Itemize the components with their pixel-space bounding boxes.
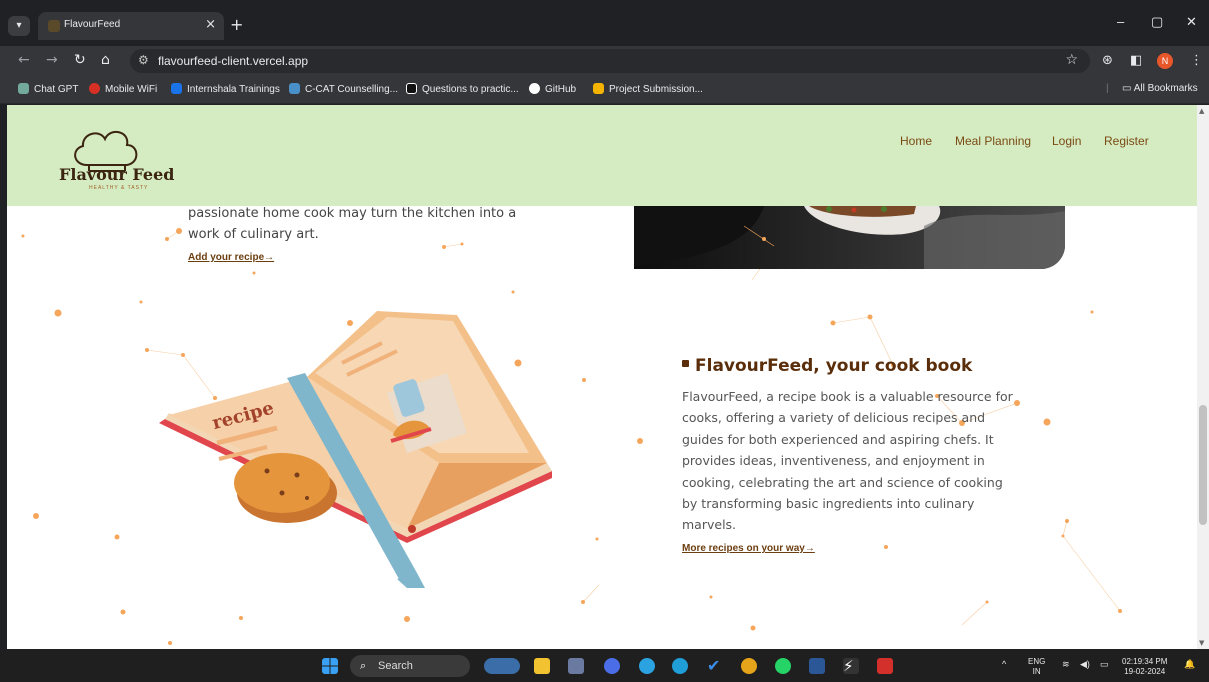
bookmarks-divider: | <box>1106 83 1109 94</box>
battery-icon[interactable]: ▭ <box>1100 659 1109 670</box>
scroll-thumb[interactable] <box>1199 405 1207 525</box>
extensions-icon[interactable]: ⊛ <box>1102 53 1113 68</box>
notification-bell-icon[interactable]: 🔔 <box>1184 659 1195 670</box>
section-paragraph: FlavourFeed, a recipe book is a valuable… <box>682 389 1013 533</box>
bookmark-project-submission[interactable]: Project Submission... <box>593 83 703 95</box>
add-recipe-link[interactable]: Add your recipe→ <box>188 252 274 263</box>
app-circle-icon[interactable] <box>604 658 620 674</box>
nav-home[interactable]: Home <box>900 134 932 148</box>
camera-app-icon[interactable] <box>568 658 584 674</box>
browser-toolbar: ← → ↻ ⌂ ⚙ flavourfeed-client.vercel.app … <box>0 46 1209 76</box>
bookmark-star-icon[interactable]: ☆ <box>1065 52 1078 68</box>
bookmark-github[interactable]: GitHub <box>529 83 576 95</box>
wifi-tray-icon[interactable]: ≋ <box>1062 659 1070 670</box>
tab-title: FlavourFeed <box>64 19 121 30</box>
clock[interactable]: 02:19:34 PM 19-02-2024 <box>1122 657 1167 677</box>
play-icon <box>406 83 417 94</box>
internshala-icon <box>171 83 182 94</box>
search-icon: ⌕ <box>360 659 367 672</box>
new-tab-button[interactable]: + <box>230 15 243 34</box>
nav-register[interactable]: Register <box>1104 134 1149 148</box>
tab-close-icon[interactable]: × <box>205 17 216 32</box>
telegram-icon[interactable] <box>639 658 655 674</box>
menu-dots-icon[interactable]: ⋮ <box>1190 53 1203 68</box>
back-arrow-icon[interactable]: ← <box>18 52 30 68</box>
page-scrollbar[interactable]: ▲ ▼ <box>1197 105 1209 649</box>
volume-icon[interactable]: ◀) <box>1080 659 1090 670</box>
browser-tab[interactable]: FlavourFeed × <box>38 12 224 40</box>
todo-check-icon[interactable]: ✔ <box>707 658 723 674</box>
bookmark-mobile-wifi[interactable]: Mobile WiFi <box>89 83 157 95</box>
taskbar-search[interactable]: ⌕ Search <box>350 655 470 677</box>
recipe-book-illustration: recipe <box>159 311 552 588</box>
logo-name: Flavour Feed <box>59 165 175 184</box>
reload-icon[interactable]: ↻ <box>74 52 86 68</box>
bookmark-chat-gpt[interactable]: Chat GPT <box>18 83 78 95</box>
tab-search-button[interactable]: ▾ <box>8 16 30 36</box>
github-icon <box>529 83 540 94</box>
section-title: FlavourFeed, your cook book <box>682 356 972 376</box>
folder-icon: ▭ <box>1122 83 1134 94</box>
logo-tagline: HEALTHY & TASTY <box>89 185 149 191</box>
wifi-icon <box>89 83 100 94</box>
chrome-icon[interactable] <box>741 658 757 674</box>
all-bookmarks-button[interactable]: ▭ All Bookmarks <box>1122 83 1198 94</box>
bookmark-ccat[interactable]: C-CAT Counselling... <box>289 83 398 95</box>
windows-taskbar: ⌕ Search ✔ ⚡ ^ ENG IN ≋ ◀) ▭ 02:19:34 PM… <box>0 650 1209 682</box>
site-settings-icon[interactable]: ⚙ <box>138 53 149 67</box>
nav-meal-planning[interactable]: Meal Planning <box>955 134 1031 148</box>
site-header: Flavour Feed HEALTHY & TASTY Home Meal P… <box>7 105 1197 206</box>
scroll-down-icon[interactable]: ▼ <box>1199 639 1204 647</box>
side-panel-icon[interactable]: ◧ <box>1130 53 1142 68</box>
forward-arrow-icon[interactable]: → <box>46 52 58 68</box>
tab-bar: ▾ FlavourFeed × + – ▢ ✕ <box>0 0 1209 46</box>
bookmarks-bar: Chat GPT Mobile WiFi Internshala Trainin… <box>0 76 1209 104</box>
more-recipes-link[interactable]: More recipes on your way→ <box>682 543 815 554</box>
acrobat-icon[interactable] <box>877 658 893 674</box>
hero-food-photo <box>634 206 1065 269</box>
drive-icon <box>593 83 604 94</box>
tab-favicon-icon <box>48 20 60 32</box>
tray-chevron-icon[interactable]: ^ <box>1002 659 1006 669</box>
home-icon[interactable]: ⌂ <box>101 52 110 68</box>
restore-button[interactable]: ▢ <box>1151 14 1163 30</box>
scroll-up-icon[interactable]: ▲ <box>1199 107 1204 115</box>
url-text: flavourfeed-client.vercel.app <box>158 54 309 68</box>
taskbar-search-label: Search <box>378 660 413 672</box>
address-bar[interactable]: ⚙ flavourfeed-client.vercel.app ☆ <box>130 49 1090 73</box>
bookmark-questions[interactable]: Questions to practic... <box>406 83 519 95</box>
word-icon[interactable] <box>809 658 825 674</box>
windows-start-icon[interactable] <box>322 658 338 674</box>
close-window-button[interactable]: ✕ <box>1186 14 1197 30</box>
whatsapp-icon[interactable] <box>775 658 791 674</box>
profile-avatar[interactable]: N <box>1157 53 1173 69</box>
edge-icon[interactable] <box>672 658 688 674</box>
ccat-icon <box>289 83 300 94</box>
screen: ▾ FlavourFeed × + – ▢ ✕ ← → ↻ ⌂ ⚙ flavou… <box>0 0 1209 682</box>
language-indicator[interactable]: ENG IN <box>1028 657 1045 677</box>
minimize-button[interactable]: – <box>1117 14 1124 29</box>
nav-login[interactable]: Login <box>1052 134 1081 148</box>
hero-paragraph: passionate home cook may turn the kitche… <box>188 206 517 242</box>
bookmark-internshala[interactable]: Internshala Trainings <box>171 83 280 95</box>
app-bolt-icon[interactable]: ⚡ <box>843 658 859 674</box>
chatgpt-icon <box>18 83 29 94</box>
title-bullet-icon <box>682 360 689 367</box>
file-explorer-icon[interactable] <box>534 658 550 674</box>
widgets-icon[interactable] <box>484 658 520 674</box>
page-viewport: Flavour Feed HEALTHY & TASTY Home Meal P… <box>7 105 1197 649</box>
